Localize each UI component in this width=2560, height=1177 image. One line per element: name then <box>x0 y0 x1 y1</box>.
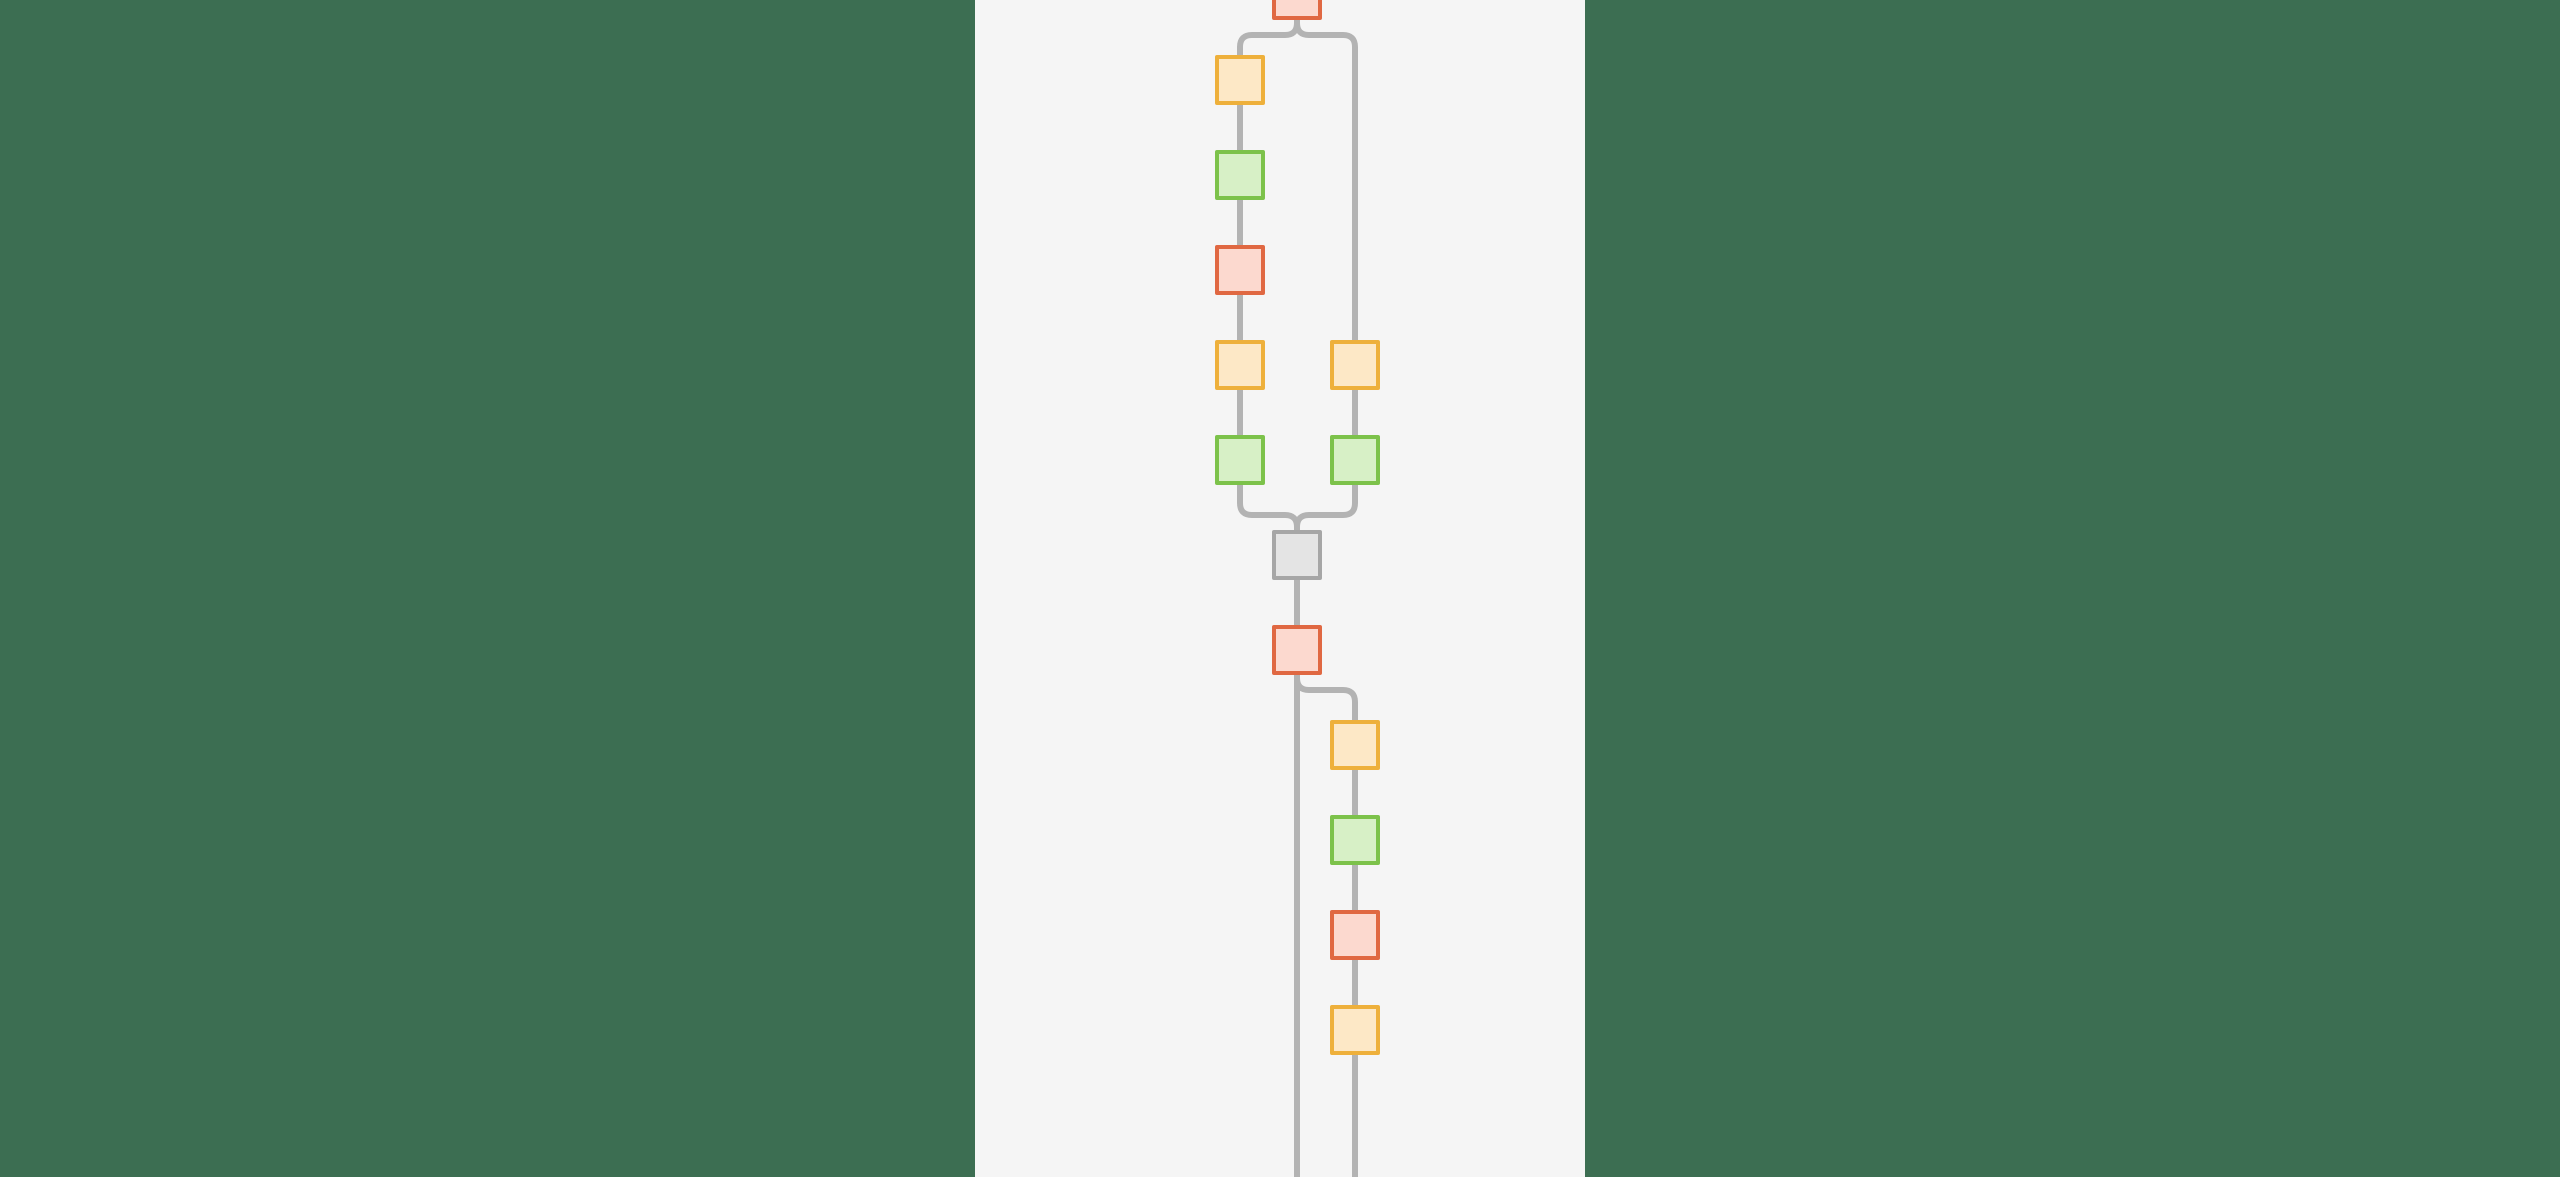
node-B_orange2[interactable] <box>1330 1005 1380 1055</box>
node-merge_gray[interactable] <box>1272 530 1322 580</box>
edge <box>1297 485 1355 530</box>
node-L_green1[interactable] <box>1215 150 1265 200</box>
node-top_red[interactable] <box>1272 0 1322 20</box>
edge <box>1240 20 1297 55</box>
node-R_orange[interactable] <box>1330 340 1380 390</box>
node-B_orange[interactable] <box>1330 720 1380 770</box>
node-R_green[interactable] <box>1330 435 1380 485</box>
node-B_green[interactable] <box>1330 815 1380 865</box>
node-mid_red[interactable] <box>1272 625 1322 675</box>
diagram-edges <box>975 0 1585 1177</box>
edge <box>1240 485 1297 530</box>
node-L_red[interactable] <box>1215 245 1265 295</box>
diagram-panel <box>975 0 1585 1177</box>
node-B_red[interactable] <box>1330 910 1380 960</box>
edge <box>1297 20 1355 340</box>
node-L_orange1[interactable] <box>1215 55 1265 105</box>
node-L_green2[interactable] <box>1215 435 1265 485</box>
edge <box>1297 675 1355 720</box>
node-L_orange2[interactable] <box>1215 340 1265 390</box>
